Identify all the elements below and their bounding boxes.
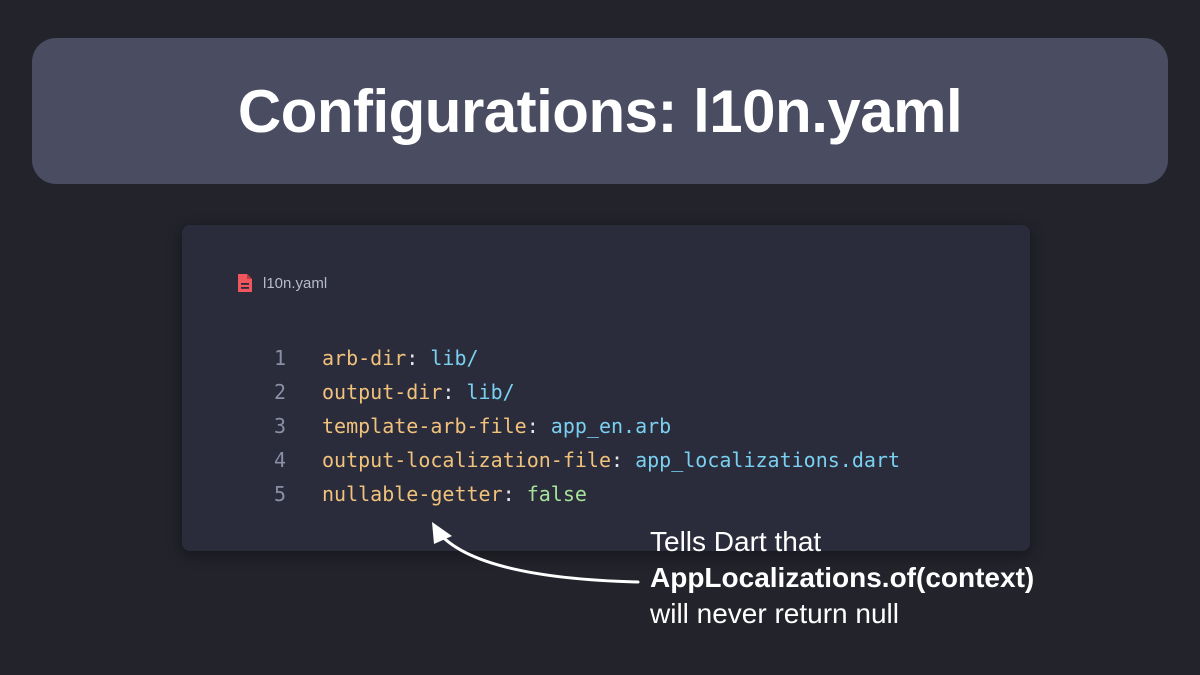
colon: : (610, 448, 636, 472)
colon: : (442, 380, 467, 404)
yaml-key: arb-dir (322, 346, 407, 370)
annotation-text: Tells Dart that AppLocalizations.of(cont… (650, 524, 1034, 632)
code-card: l10n.yaml 1 arb-dir: lib/ 2 output-dir: … (182, 225, 1030, 551)
yaml-value: app_en.arb (550, 414, 672, 438)
yaml-key: output-dir (322, 380, 443, 404)
colon: : (526, 414, 551, 438)
line-number: 5 (273, 482, 286, 506)
line-number: 4 (273, 448, 286, 472)
line-number: 1 (273, 346, 286, 370)
yaml-value: false (526, 482, 587, 506)
code-line: 2 output-dir: lib/ (268, 375, 900, 409)
yaml-file-icon (238, 274, 252, 292)
slide-title: Configurations: l10n.yaml (237, 77, 963, 145)
line-number: 3 (273, 414, 286, 438)
yaml-key: output-localization-file (322, 448, 611, 472)
file-name: l10n.yaml (263, 274, 328, 292)
title-banner: Configurations: l10n.yaml (32, 38, 1168, 184)
yaml-key: template-arb-file (322, 414, 527, 438)
colon: : (502, 482, 527, 506)
file-tab: l10n.yaml (236, 273, 327, 293)
code-block: 1 arb-dir: lib/ 2 output-dir: lib/ 3 tem… (268, 341, 900, 511)
yaml-value: lib/ (466, 380, 515, 404)
yaml-value: lib/ (430, 346, 479, 370)
line-number: 2 (273, 380, 286, 404)
colon: : (406, 346, 431, 370)
code-line: 4 output-localization-file: app_localiza… (268, 443, 900, 477)
code-line: 3 template-arb-file: app_en.arb (268, 409, 900, 443)
code-line: 5 nullable-getter: false (268, 477, 900, 511)
yaml-value: app_localizations.dart (635, 448, 900, 472)
annotation-line-1: Tells Dart that (650, 526, 822, 557)
code-line: 1 arb-dir: lib/ (268, 341, 900, 375)
yaml-key: nullable-getter (322, 482, 503, 506)
annotation-line-2: AppLocalizations.of(context) (650, 562, 1035, 593)
annotation-line-3: will never return null (650, 598, 899, 629)
